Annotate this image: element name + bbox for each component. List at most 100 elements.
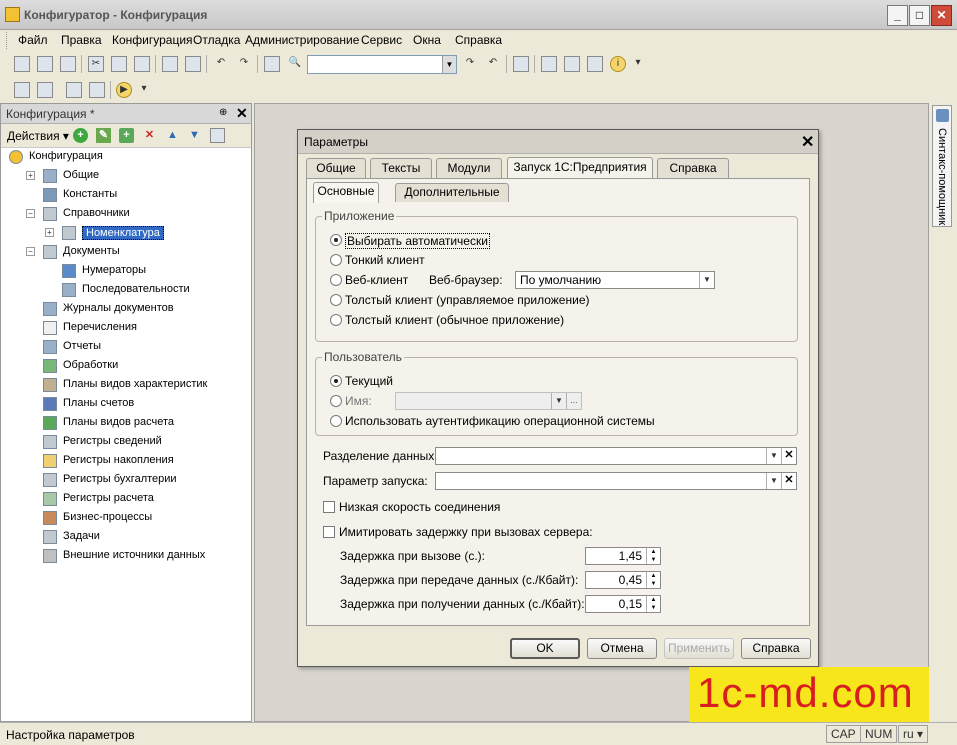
data-separation-field[interactable]: ▼ ✕ xyxy=(435,447,797,465)
checkbox-box[interactable] xyxy=(323,501,335,513)
chevron-down-icon[interactable]: ▼ xyxy=(442,56,456,73)
move-up-icon[interactable]: ▲ xyxy=(165,128,180,143)
windows-icon[interactable] xyxy=(513,56,529,72)
sort-icon[interactable] xyxy=(210,128,225,143)
redo-icon[interactable]: ↷ xyxy=(236,56,252,72)
language-indicator[interactable]: ru ▾ xyxy=(898,725,929,743)
menu-administration[interactable]: Администрирование xyxy=(245,33,359,47)
print-icon[interactable] xyxy=(162,56,178,72)
ok-button[interactable]: OK xyxy=(510,638,580,659)
expand-icon[interactable]: + xyxy=(45,228,54,237)
radio-dot[interactable] xyxy=(330,274,342,286)
info-icon[interactable]: i xyxy=(610,56,626,72)
menu-configuration[interactable]: Конфигурация xyxy=(112,33,193,47)
delay-send-input[interactable]: 0,45 ▲ ▼ xyxy=(585,571,661,589)
spin-arrows-icon[interactable]: ▲ ▼ xyxy=(646,596,660,612)
menu-edit[interactable]: Правка xyxy=(61,33,102,47)
title-bar: Конфигуратор - Конфигурация _ □ ✕ xyxy=(0,0,957,30)
chevron-down-icon[interactable]: ▼ xyxy=(766,473,781,489)
tab-general[interactable]: Общие xyxy=(306,158,366,178)
menu-help[interactable]: Справка xyxy=(455,33,502,47)
find-prev-icon[interactable]: ↶ xyxy=(485,56,501,72)
spin-arrows-icon[interactable]: ▲ ▼ xyxy=(646,572,660,588)
save-icon[interactable] xyxy=(60,56,76,72)
compare-icon[interactable] xyxy=(37,82,53,98)
tab-launch[interactable]: Запуск 1С:Предприятия xyxy=(507,157,653,179)
chevron-down-icon[interactable]: ▼ xyxy=(766,448,781,464)
startup-param-field[interactable]: ▼ ✕ xyxy=(435,472,797,490)
expand-icon[interactable]: + xyxy=(26,171,35,180)
menu-service[interactable]: Сервис xyxy=(361,33,402,47)
move-down-icon[interactable]: ▼ xyxy=(187,128,202,143)
config-icon[interactable] xyxy=(14,82,30,98)
checkbox-box[interactable] xyxy=(323,526,335,538)
more-icon[interactable]: … xyxy=(566,393,581,409)
undo-icon[interactable]: ↶ xyxy=(213,56,229,72)
collapse-icon[interactable]: − xyxy=(26,209,35,218)
cut-icon[interactable]: ✂ xyxy=(88,56,104,72)
open-icon[interactable] xyxy=(37,56,53,72)
delay-receive-input[interactable]: 0,15 ▲ ▼ xyxy=(585,595,661,613)
find-next-icon[interactable]: ↷ xyxy=(462,56,478,72)
tree-item-icon xyxy=(43,530,57,544)
help-search-icon[interactable] xyxy=(564,56,580,72)
copy-icon[interactable] xyxy=(111,56,127,72)
update-icon[interactable] xyxy=(89,82,105,98)
clear-icon[interactable]: ✕ xyxy=(781,448,796,464)
search-icon[interactable]: 🔍 xyxy=(287,56,303,72)
new-icon[interactable] xyxy=(14,56,30,72)
paste-icon[interactable] xyxy=(134,56,150,72)
close-icon[interactable]: ✕ xyxy=(236,105,248,122)
radio-dot[interactable] xyxy=(330,314,342,326)
radio-dot[interactable] xyxy=(330,395,342,407)
help-button[interactable]: Справка xyxy=(741,638,811,659)
help-contents-icon[interactable] xyxy=(587,56,603,72)
actions-menu[interactable]: Действия ▾ xyxy=(7,129,69,143)
chevron-down-icon[interactable]: ▼ xyxy=(699,272,714,288)
search-input[interactable]: ▼ xyxy=(307,55,457,74)
preview-icon[interactable] xyxy=(185,56,201,72)
syntax-helper-icon[interactable] xyxy=(541,56,557,72)
radio-dot[interactable] xyxy=(330,254,342,266)
user-name-select[interactable]: ▼ … xyxy=(395,392,582,410)
menu-windows[interactable]: Окна xyxy=(413,33,441,47)
radio-dot[interactable] xyxy=(330,294,342,306)
chevron-down-icon[interactable]: ▾ xyxy=(630,56,646,72)
menu-debug[interactable]: Отладка xyxy=(193,33,240,47)
dialog-close-icon[interactable]: ✕ xyxy=(801,132,814,152)
tab-texts[interactable]: Тексты xyxy=(370,158,432,178)
tab-help[interactable]: Справка xyxy=(657,158,729,178)
spin-arrows-icon[interactable]: ▲ ▼ xyxy=(646,548,660,564)
collapse-icon[interactable]: − xyxy=(26,247,35,256)
copy-item-icon[interactable]: + xyxy=(119,128,134,143)
delete-icon[interactable]: ✕ xyxy=(142,128,157,143)
delay-call-input[interactable]: 1,45 ▲ ▼ xyxy=(585,547,661,565)
maximize-button[interactable]: □ xyxy=(909,5,930,26)
close-button[interactable]: ✕ xyxy=(931,5,952,26)
parameters-dialog: Параметры ✕ Общие Тексты Модули Запуск 1… xyxy=(297,129,819,667)
radio-dot[interactable] xyxy=(330,375,342,387)
tree-item-label: Планы счетов xyxy=(63,397,135,409)
browser-select[interactable]: По умолчанию ▼ xyxy=(515,271,715,289)
chevron-down-icon[interactable]: ▾ xyxy=(136,82,152,98)
syntax-helper-tab[interactable]: Синтакс-помощник xyxy=(932,105,952,227)
add-icon[interactable]: + xyxy=(73,128,88,143)
pin-icon[interactable]: ⊕ xyxy=(219,107,227,118)
find-in-tree-icon[interactable] xyxy=(264,56,280,72)
apply-button[interactable]: Применить xyxy=(664,638,734,659)
radio-dot[interactable] xyxy=(330,415,342,427)
run-icon[interactable]: ▶ xyxy=(116,82,132,98)
tree-item-icon xyxy=(43,321,57,335)
radio-dot[interactable] xyxy=(330,234,342,246)
chevron-down-icon[interactable]: ▼ xyxy=(551,393,566,409)
tab-modules[interactable]: Модули xyxy=(436,158,502,178)
subtab-additional[interactable]: Дополнительные xyxy=(395,183,509,202)
edit-icon[interactable]: ✎ xyxy=(96,128,111,143)
minimize-button[interactable]: _ xyxy=(887,5,908,26)
tree-item-label: Справочники xyxy=(63,207,130,219)
menu-file[interactable]: Файл xyxy=(18,33,48,47)
database-icon[interactable] xyxy=(66,82,82,98)
clear-icon[interactable]: ✕ xyxy=(781,473,796,489)
subtab-main[interactable]: Основные xyxy=(313,182,379,203)
cancel-button[interactable]: Отмена xyxy=(587,638,657,659)
